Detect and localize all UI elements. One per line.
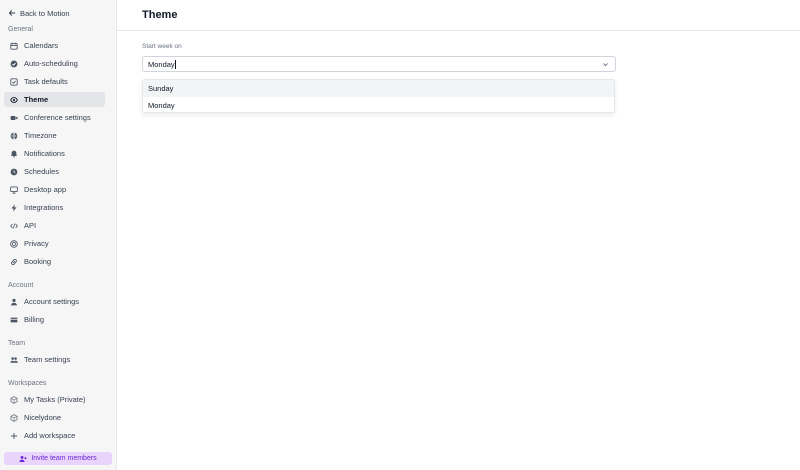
sidebar-item-label: Theme — [24, 95, 49, 104]
sidebar: Back to Motion General Calendars Auto-sc… — [0, 0, 117, 470]
back-to-motion-link[interactable]: Back to Motion — [8, 6, 70, 20]
sidebar-item-add-workspace[interactable]: Add workspace — [4, 428, 105, 443]
sidebar-item-label: Timezone — [24, 131, 57, 140]
invite-team-members-label: Invite team members — [31, 455, 97, 462]
sidebar-item-label: Notifications — [24, 149, 65, 158]
sidebar-item-label: API — [24, 221, 37, 230]
sidebar-item-label: Team settings — [24, 355, 71, 364]
sidebar-item-label: Calendars — [24, 41, 59, 50]
page-title: Theme — [142, 9, 178, 21]
group-label-team: Team — [8, 340, 26, 347]
sidebar-item-schedules[interactable]: Schedules — [4, 164, 105, 179]
start-week-value: Monday — [148, 59, 175, 69]
users-icon — [10, 356, 18, 364]
sidebar-item-label: Account settings — [24, 297, 80, 306]
back-to-motion-label: Back to Motion — [20, 8, 70, 18]
start-week-label: Start week on — [142, 43, 182, 50]
sidebar-item-booking[interactable]: Booking — [4, 254, 105, 269]
sidebar-item-auto-scheduling[interactable]: Auto-scheduling — [4, 56, 105, 71]
sidebar-item-label: Desktop app — [24, 185, 67, 194]
sidebar-item-label: Task defaults — [24, 77, 68, 86]
clock-icon — [10, 168, 18, 176]
plus-icon — [10, 432, 18, 440]
code-icon — [10, 222, 18, 230]
sidebar-item-label: Booking — [24, 257, 52, 266]
sidebar-item-timezone[interactable]: Timezone — [4, 128, 105, 143]
workspace-icon — [10, 413, 18, 422]
sidebar-item-label: Schedules — [24, 167, 60, 176]
group-label-general: General — [8, 26, 33, 33]
arrow-left-icon — [8, 10, 16, 16]
bolt-icon — [10, 203, 18, 212]
globe-icon — [10, 131, 18, 140]
text-cursor — [175, 59, 177, 69]
link-icon — [10, 258, 18, 266]
start-week-select[interactable]: Monday — [142, 56, 616, 72]
start-week-dropdown: Sunday Monday — [142, 79, 615, 113]
sidebar-item-label: Nicelydone — [24, 413, 62, 422]
sidebar-item-conference-settings[interactable]: Conference settings — [4, 110, 105, 125]
user-plus-icon — [19, 455, 27, 462]
sidebar-item-task-defaults[interactable]: Task defaults — [4, 74, 105, 89]
sidebar-item-label: Conference settings — [24, 113, 91, 122]
sidebar-item-label: Privacy — [24, 239, 49, 248]
sidebar-item-my-tasks-private[interactable]: My Tasks (Private) — [4, 392, 105, 407]
sidebar-item-account-settings[interactable]: Account settings — [4, 294, 105, 309]
bell-icon — [10, 150, 18, 158]
group-label-workspaces: Workspaces — [8, 380, 47, 387]
sidebar-item-label: My Tasks (Private) — [24, 395, 86, 404]
sidebar-item-api[interactable]: API — [4, 218, 105, 233]
user-icon — [10, 298, 18, 306]
sidebar-item-theme[interactable]: Theme — [4, 92, 105, 107]
credit-card-icon — [10, 316, 18, 324]
sidebar-item-label: Auto-scheduling — [24, 59, 78, 68]
sidebar-item-nicelydone[interactable]: Nicelydone — [4, 410, 105, 425]
invite-team-members-button[interactable]: Invite team members — [4, 452, 112, 465]
workspace-icon — [10, 395, 18, 404]
option-monday[interactable]: Monday — [143, 97, 614, 112]
sidebar-item-billing[interactable]: Billing — [4, 312, 105, 327]
chevron-down-icon — [603, 63, 608, 67]
sidebar-item-calendars[interactable]: Calendars — [4, 38, 105, 53]
sidebar-item-notifications[interactable]: Notifications — [4, 146, 105, 161]
calendar-icon — [10, 42, 18, 50]
group-label-account: Account — [8, 282, 34, 289]
page-header: Theme — [117, 0, 800, 31]
sidebar-item-privacy[interactable]: Privacy — [4, 236, 105, 251]
video-icon — [10, 114, 18, 122]
sidebar-item-label: Integrations — [24, 203, 64, 212]
sidebar-item-integrations[interactable]: Integrations — [4, 200, 105, 215]
eye-icon — [10, 96, 18, 104]
option-sunday[interactable]: Sunday — [143, 80, 614, 97]
sidebar-item-team-settings[interactable]: Team settings — [4, 352, 105, 367]
monitor-icon — [10, 186, 18, 194]
sidebar-item-label: Add workspace — [24, 431, 76, 440]
sidebar-item-label: Billing — [24, 315, 45, 324]
check-circle-icon — [10, 60, 18, 68]
checklist-icon — [10, 77, 18, 86]
privacy-icon — [10, 239, 18, 248]
sidebar-item-desktop-app[interactable]: Desktop app — [4, 182, 105, 197]
